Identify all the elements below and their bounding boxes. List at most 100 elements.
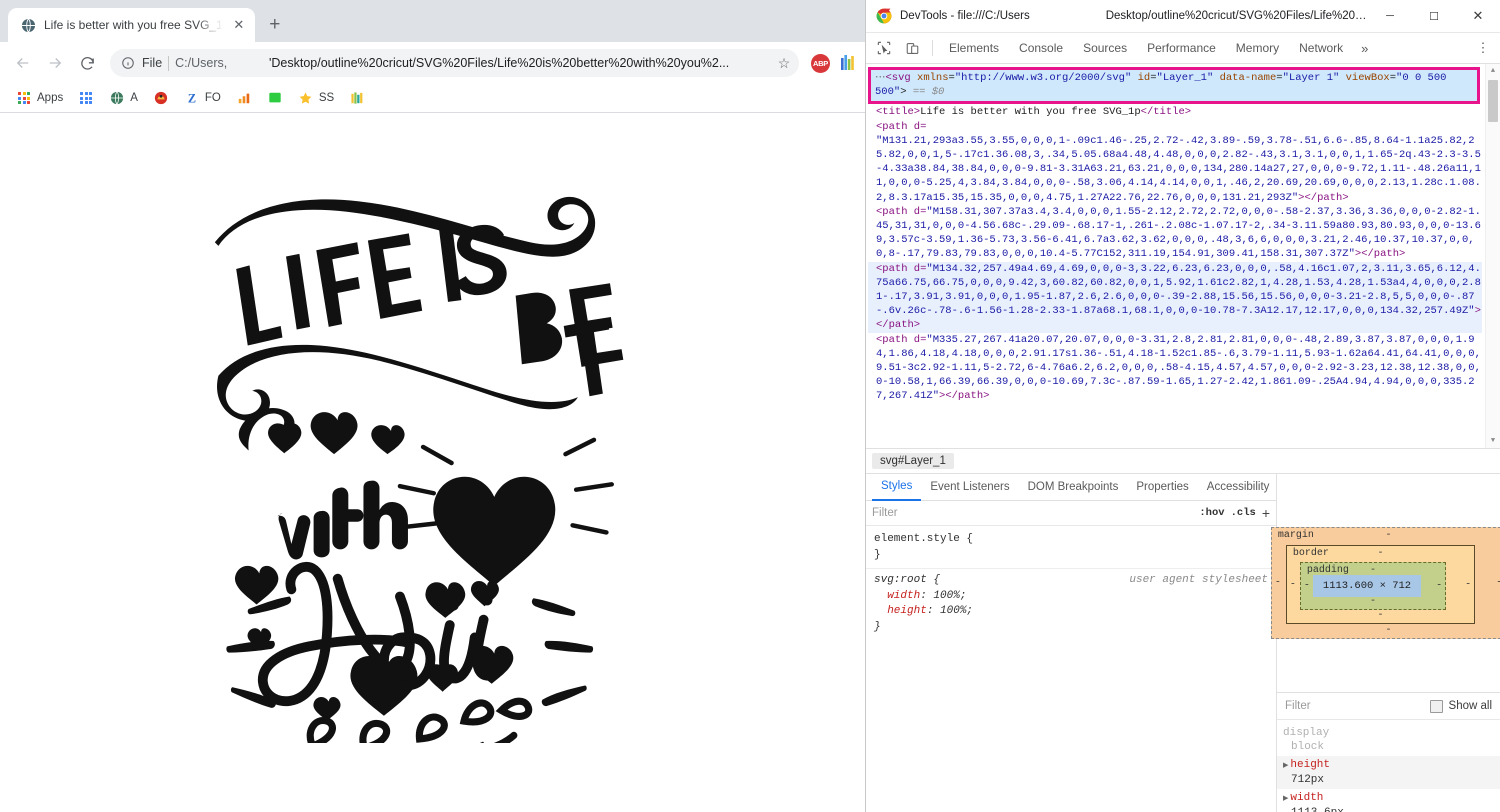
browser-tab[interactable]: Life is better with you free SVG_1 ✕: [8, 8, 255, 42]
star-icon[interactable]: ☆: [775, 55, 793, 72]
border-left-value[interactable]: -: [1290, 579, 1296, 590]
tab-elements[interactable]: Elements: [939, 35, 1009, 61]
margin-left-value[interactable]: -: [1275, 578, 1281, 589]
new-tab-button[interactable]: +: [261, 11, 289, 39]
box-model-border-label: border: [1292, 548, 1329, 559]
svg-artwork[interactable]: [181, 183, 626, 743]
tab-memory[interactable]: Memory: [1226, 35, 1289, 61]
dom-node-path-highlighted[interactable]: <path d="M134.32,257.49a4.69,4.69,0,0,0-…: [868, 261, 1482, 333]
margin-top-value[interactable]: -: [1385, 530, 1391, 541]
padding-right-value[interactable]: -: [1436, 581, 1442, 592]
box-model-padding[interactable]: padding - - - - 1113.600 × 712: [1299, 562, 1447, 610]
padding-left-value[interactable]: -: [1304, 581, 1310, 592]
attr-name-id: id: [1137, 72, 1151, 84]
dom-tree-scrollbar[interactable]: ▲ ▼: [1485, 64, 1500, 448]
more-tabs-icon[interactable]: »: [1353, 35, 1376, 61]
divider: [168, 55, 170, 71]
dom-node-path[interactable]: <path d="M335.27,267.41a20.07,20.07,0,0,…: [868, 333, 1482, 404]
title-open-tag: <title>: [876, 106, 921, 119]
breadcrumb-item-svg[interactable]: svg#Layer_1: [872, 453, 954, 469]
scroll-down-icon[interactable]: ▼: [1486, 434, 1500, 448]
bookmark-item[interactable]: [261, 88, 289, 108]
dom-node-path[interactable]: <path d="M158.31,307.37a3.4,3.4,0,0,0,1.…: [868, 205, 1482, 262]
margin-bottom-value[interactable]: -: [1385, 625, 1391, 636]
border-top-value[interactable]: -: [1377, 548, 1383, 559]
computed-property-width[interactable]: ▶width 1113.6px: [1277, 789, 1500, 812]
computed-property-name: display: [1283, 727, 1330, 739]
box-model-content-size[interactable]: 1113.600 × 712: [1312, 575, 1422, 597]
path-prefix: <path d=: [876, 262, 927, 275]
close-icon[interactable]: ✕: [1456, 0, 1500, 32]
css-rule-svg-root[interactable]: user agent stylesheet svg:root { width: …: [866, 568, 1276, 636]
bookmark-item[interactable]: [147, 88, 175, 108]
computed-filter-input[interactable]: Filter: [1285, 700, 1424, 712]
computed-property-display[interactable]: display block: [1277, 724, 1500, 756]
inspect-cursor-icon[interactable]: [870, 35, 898, 61]
dom-node-title[interactable]: <title>Life is better with you free SVG_…: [868, 105, 1482, 119]
dom-tree-panel[interactable]: ⋯<svg xmlns="http://www.w3.org/2000/svg"…: [866, 64, 1500, 448]
expand-ellipsis[interactable]: ⋯: [875, 72, 886, 84]
tab-styles[interactable]: Styles: [872, 474, 922, 501]
bookmark-item[interactable]: [72, 88, 100, 108]
path-suffix: ></path>: [1298, 191, 1349, 204]
maximize-icon[interactable]: ☐: [1412, 0, 1456, 32]
padding-top-value[interactable]: -: [1370, 565, 1376, 576]
back-arrow-icon[interactable]: [8, 48, 38, 78]
adblock-extension-icon[interactable]: ABP: [811, 53, 830, 73]
minimize-icon[interactable]: ─: [1368, 0, 1412, 32]
css-declaration[interactable]: width: 100%;: [874, 589, 1268, 605]
computed-property-value: 1113.6px: [1283, 806, 1492, 812]
scrollbar-thumb[interactable]: [1488, 80, 1498, 122]
tab-accessibility[interactable]: Accessibility: [1198, 475, 1279, 500]
bookmark-item[interactable]: Z FO: [178, 88, 227, 108]
forward-arrow-icon[interactable]: [40, 48, 70, 78]
info-circle-icon[interactable]: [120, 55, 136, 71]
box-model-diagram[interactable]: margin - - - - border - - - - padding: [1270, 474, 1500, 692]
reload-icon[interactable]: [72, 48, 102, 78]
bookmark-item[interactable]: SS: [292, 88, 340, 108]
tab-properties[interactable]: Properties: [1127, 475, 1197, 500]
css-property-value: 100%;: [940, 605, 974, 617]
bookmark-item[interactable]: A: [103, 88, 144, 108]
css-property-name: width: [887, 589, 921, 602]
hov-toggle[interactable]: :hov: [1199, 507, 1224, 519]
styles-filter-input[interactable]: Filter: [872, 507, 1193, 519]
tab-title: Life is better with you free SVG_1: [44, 18, 223, 32]
box-model-margin[interactable]: margin - - - - border - - - - padding: [1270, 527, 1500, 639]
bookmark-apps[interactable]: Apps: [10, 88, 69, 108]
css-rule-element-style[interactable]: element.style { }: [866, 531, 1276, 564]
border-right-value[interactable]: -: [1465, 579, 1471, 590]
bookmark-item[interactable]: [230, 88, 258, 108]
tab-dom-breakpoints[interactable]: DOM Breakpoints: [1019, 475, 1128, 500]
colored-bars-icon: [349, 90, 365, 106]
bookmark-item[interactable]: [343, 88, 371, 108]
new-style-rule-button[interactable]: +: [1262, 505, 1270, 521]
dom-node-path[interactable]: <path d= "M131.21,293a3.55,3.55,0,0,0,1-.…: [868, 120, 1482, 205]
styles-rules-list: element.style { } user agent stylesheet …: [866, 526, 1276, 812]
tab-event-listeners[interactable]: Event Listeners: [921, 475, 1018, 500]
box-model-border[interactable]: border - - - - padding - - - - 1113.600 …: [1285, 545, 1476, 624]
dom-node-svg-selected[interactable]: ⋯<svg xmlns="http://www.w3.org/2000/svg"…: [868, 67, 1480, 105]
tab-sources[interactable]: Sources: [1073, 35, 1137, 61]
address-bar[interactable]: File C:/Users, 'Desktop/outline%20cricut…: [110, 49, 799, 77]
tab-console[interactable]: Console: [1009, 35, 1073, 61]
close-icon[interactable]: ✕: [231, 17, 247, 33]
chevron-right-icon[interactable]: ▶: [1283, 795, 1288, 803]
css-declaration[interactable]: height: 100%;: [874, 604, 1268, 620]
device-toolbar-icon[interactable]: [898, 35, 926, 61]
green-square-icon: [267, 90, 283, 106]
path-prefix: <path d=: [876, 205, 927, 218]
padding-bottom-value[interactable]: -: [1370, 596, 1376, 607]
cls-toggle[interactable]: .cls: [1231, 507, 1256, 519]
margin-right-value[interactable]: -: [1496, 578, 1500, 589]
show-all-checkbox[interactable]: [1429, 699, 1443, 713]
tab-network[interactable]: Network: [1289, 35, 1353, 61]
console-ref: == $0: [912, 86, 945, 99]
chevron-right-icon[interactable]: ▶: [1283, 762, 1288, 770]
border-bottom-value[interactable]: -: [1377, 610, 1383, 621]
more-vertical-icon[interactable]: ⋮: [1470, 35, 1496, 61]
rainbow-bars-icon[interactable]: [839, 54, 857, 72]
tab-performance[interactable]: Performance: [1137, 35, 1226, 61]
scroll-up-icon[interactable]: ▲: [1486, 64, 1500, 78]
computed-property-height[interactable]: ▶ height 712px: [1277, 756, 1500, 789]
